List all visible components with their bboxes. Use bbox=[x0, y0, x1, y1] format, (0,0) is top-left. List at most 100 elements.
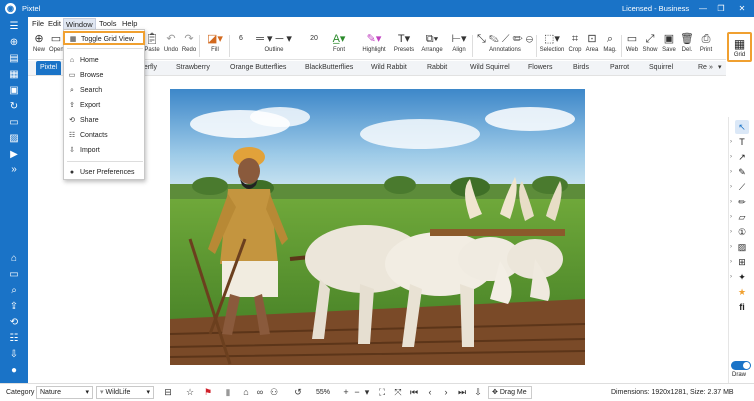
paste-button[interactable]: 📋︎ Paste bbox=[144, 31, 160, 60]
zoom-dropdown-icon[interactable]: ▾ bbox=[361, 386, 373, 399]
contacts-item[interactable]: ☷ Contacts bbox=[64, 129, 144, 143]
star-tool-icon[interactable]: ★ bbox=[735, 285, 749, 299]
magnify-button[interactable]: ⌕ Mag. bbox=[602, 31, 618, 60]
minimize-icon[interactable]: — bbox=[696, 2, 710, 15]
save-button[interactable]: ▣ Save bbox=[661, 31, 677, 60]
draw-toggle[interactable] bbox=[731, 361, 751, 370]
tab-strawberry[interactable]: Strawberry bbox=[176, 61, 210, 75]
export-item[interactable]: ⇪ Export bbox=[64, 99, 144, 113]
drag-me-button[interactable]: ✥ Drag Me bbox=[488, 386, 532, 399]
flag-icon[interactable]: ⚑ bbox=[202, 386, 214, 399]
actual-size-icon[interactable]: ⤧ bbox=[392, 386, 404, 399]
video-icon[interactable]: ▶ bbox=[7, 148, 21, 162]
page-icon[interactable]: ▦ bbox=[7, 68, 21, 82]
grid-view-icon[interactable]: ▣ bbox=[7, 84, 21, 98]
outline-size-select[interactable]: 6 bbox=[232, 31, 250, 60]
user-preferences-item[interactable]: ● User Preferences bbox=[64, 166, 144, 180]
image-icon[interactable]: ▨ bbox=[7, 132, 21, 146]
download-icon[interactable]: ⇩ bbox=[472, 386, 484, 399]
home-icon[interactable]: ⌂ bbox=[7, 252, 21, 266]
history-icon[interactable]: ↻ bbox=[7, 100, 21, 114]
zoom-level[interactable]: 55% bbox=[313, 387, 341, 400]
first-image-icon[interactable]: ⏮ bbox=[408, 386, 420, 399]
browser-icon[interactable]: ▭ bbox=[7, 116, 21, 130]
user-icon[interactable]: ● bbox=[7, 364, 21, 378]
image-tool-icon[interactable]: ▨ bbox=[735, 240, 749, 254]
tab-scroll-right-icon[interactable]: » bbox=[709, 61, 713, 75]
expand-sidebar-icon[interactable]: » bbox=[7, 163, 21, 177]
sparkle-tool-icon[interactable]: ✦ bbox=[735, 270, 749, 284]
share-item[interactable]: ⟲ Share bbox=[64, 114, 144, 128]
shape-tool-icon[interactable]: ▱ bbox=[735, 210, 749, 224]
tab-birds[interactable]: Birds bbox=[573, 61, 589, 75]
area-button[interactable]: ⊡ Area bbox=[584, 31, 600, 60]
print-button[interactable]: ⎙ Print bbox=[697, 31, 715, 60]
tag-icon[interactable]: ⌂ bbox=[240, 386, 252, 399]
font-button[interactable]: A̲▾ Font bbox=[328, 31, 350, 60]
tab-rabbit[interactable]: Rabbit bbox=[427, 61, 447, 75]
tab-dropdown-icon[interactable]: ▾ bbox=[718, 61, 722, 75]
redo-button[interactable]: ↷ Redo bbox=[181, 31, 197, 60]
tab-blackbutterflies[interactable]: BlackButterflies bbox=[305, 61, 353, 75]
line-tool-icon[interactable]: ⟋ bbox=[735, 180, 749, 194]
toggle-grid-view-item[interactable]: ▦ Toggle Grid View bbox=[63, 31, 145, 45]
fit-screen-icon[interactable]: ⛶ bbox=[376, 386, 388, 399]
tab-orange-butterflies[interactable]: Orange Butterflies bbox=[230, 61, 286, 75]
hamburger-menu-icon[interactable]: ☰ bbox=[7, 20, 21, 34]
tab-wild-squirrel[interactable]: Wild Squirrel bbox=[470, 61, 510, 75]
last-image-icon[interactable]: ⏭ bbox=[456, 386, 468, 399]
outline-button[interactable]: ═ ▾ ─ ▾ Outline bbox=[250, 31, 298, 60]
browse-item[interactable]: ▭ Browse bbox=[64, 69, 144, 83]
farmer-plowing-image[interactable] bbox=[170, 89, 585, 365]
people-icon[interactable]: ⚇ bbox=[268, 386, 280, 399]
category-select[interactable]: Nature ▾ bbox=[36, 386, 93, 399]
fi-tool-icon[interactable]: fi bbox=[735, 300, 749, 314]
show-button[interactable]: ⤢ Show bbox=[641, 31, 659, 60]
new-button[interactable]: ⊕ New bbox=[30, 31, 48, 60]
filter-icon[interactable]: ⊟ bbox=[162, 386, 174, 399]
arrow-tool-icon[interactable]: ↗ bbox=[735, 150, 749, 164]
maximize-icon[interactable]: ❐ bbox=[714, 2, 728, 15]
open-button[interactable]: ▭ Open bbox=[49, 31, 64, 60]
search-item[interactable]: ⌕ Search bbox=[64, 84, 144, 98]
home-item[interactable]: ⌂ Home bbox=[64, 54, 144, 68]
tab-parrot[interactable]: Parrot bbox=[610, 61, 629, 75]
bookmark-icon[interactable]: ▮ bbox=[222, 386, 234, 399]
crop-button[interactable]: ⌗ Crop bbox=[567, 31, 583, 60]
menu-edit[interactable]: Edit bbox=[46, 18, 63, 30]
export-icon[interactable]: ⇪ bbox=[7, 300, 21, 314]
tab-flowers[interactable]: Flowers bbox=[528, 61, 553, 75]
table-tool-icon[interactable]: ⊞ bbox=[735, 255, 749, 269]
web-button[interactable]: ▭ Web bbox=[624, 31, 640, 60]
highlight-button[interactable]: ✎▾ Highlight bbox=[361, 31, 387, 60]
target-icon[interactable]: ⊕ bbox=[7, 36, 21, 50]
align-button[interactable]: ⊢▾ Align bbox=[446, 31, 472, 60]
previous-image-icon[interactable]: ‹ bbox=[424, 386, 436, 399]
search-icon[interactable]: ⌕ bbox=[7, 284, 21, 298]
star-outline-icon[interactable]: ☆ bbox=[184, 386, 196, 399]
contacts-icon[interactable]: ☷ bbox=[7, 332, 21, 346]
next-image-icon[interactable]: › bbox=[440, 386, 452, 399]
import-item[interactable]: ⇩ Import bbox=[64, 144, 144, 158]
font-size-select[interactable]: 20 bbox=[298, 31, 330, 60]
history-icon[interactable]: ↺ bbox=[292, 386, 304, 399]
grid-view-button[interactable]: ▦ Grid bbox=[727, 32, 752, 62]
document-icon[interactable]: ▤ bbox=[7, 52, 21, 66]
tab-squirrel[interactable]: Squirrel bbox=[649, 61, 673, 75]
link-icon[interactable]: ∞ bbox=[254, 386, 266, 399]
presets-button[interactable]: T▾ Presets bbox=[392, 31, 416, 60]
undo-button[interactable]: ↶ Undo bbox=[163, 31, 179, 60]
annotations-button[interactable]: ⤡ ✎ ⟋ ✏ ⊖ Annotations bbox=[474, 31, 536, 60]
share-icon[interactable]: ⟲ bbox=[7, 316, 21, 330]
selection-button[interactable]: ⬚▾ Selection bbox=[538, 31, 566, 60]
tab-re[interactable]: Re bbox=[698, 61, 707, 75]
subcategory-select[interactable]: ▾ WildLife ▾ bbox=[96, 386, 154, 399]
arrange-button[interactable]: ⧉▾ Arrange bbox=[418, 31, 446, 60]
highlighter-tool-icon[interactable]: ✏ bbox=[735, 195, 749, 209]
menu-file[interactable]: File bbox=[30, 18, 46, 30]
folder-icon[interactable]: ▭ bbox=[7, 268, 21, 282]
pointer-tool-icon[interactable]: ↖ bbox=[735, 120, 749, 134]
text-tool-icon[interactable]: T bbox=[735, 135, 749, 149]
step-number-tool-icon[interactable]: ① bbox=[735, 225, 749, 239]
close-icon[interactable]: ✕ bbox=[735, 2, 749, 15]
